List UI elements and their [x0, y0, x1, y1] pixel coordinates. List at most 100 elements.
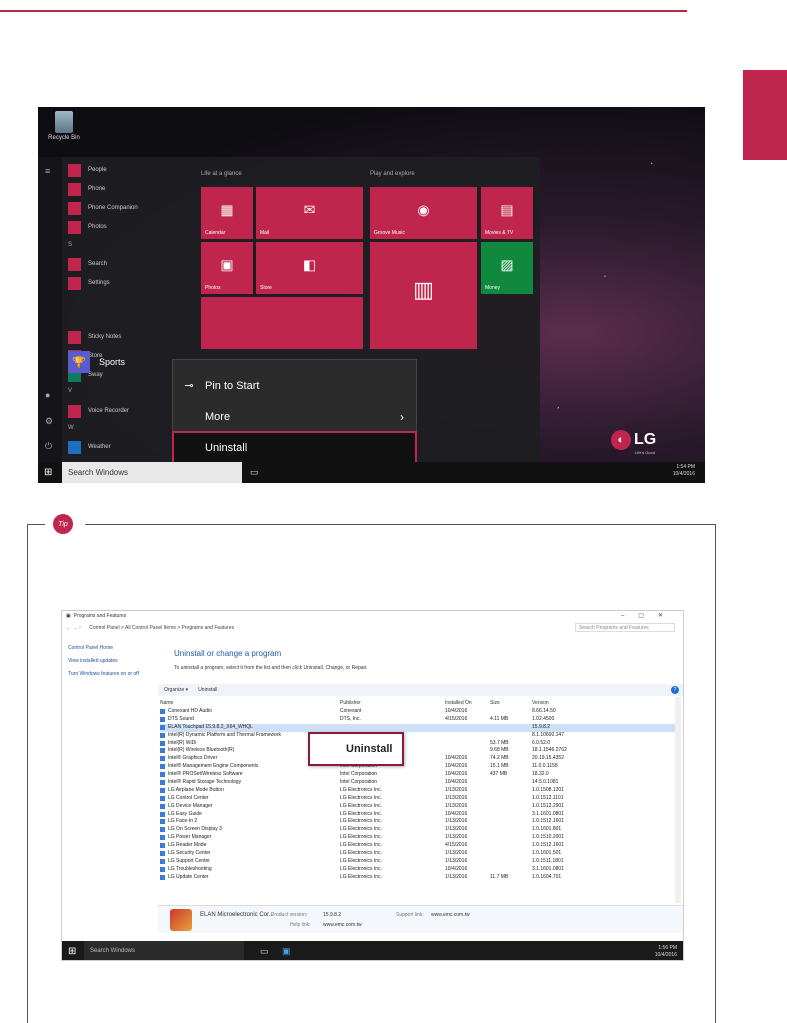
- tray-date: 10/4/2016: [672, 471, 695, 477]
- task-view-icon[interactable]: ▭: [260, 946, 269, 957]
- recycle-bin-icon[interactable]: Recycle Bin: [44, 111, 84, 141]
- user-icon[interactable]: ●: [45, 391, 54, 400]
- table-row[interactable]: LG Reader Mode LG Electronics Inc. 4/15/20…: [160, 842, 680, 850]
- column-publisher[interactable]: Publisher: [340, 700, 361, 706]
- cell-version: 18.32.0: [532, 771, 549, 778]
- tile-mail[interactable]: ✉ Mail: [256, 187, 363, 239]
- app-search[interactable]: Search: [68, 256, 107, 272]
- table-row[interactable]: Intel(R) WiDi 53.7 MB 6.0.52.0: [160, 740, 680, 748]
- tile-calendar[interactable]: ▦ Calendar: [201, 187, 253, 239]
- cell-date: 1/13/2016: [445, 857, 468, 864]
- details-link[interactable]: www.emc.com.tw: [323, 922, 362, 928]
- column-installed-on[interactable]: Installed On: [445, 700, 472, 706]
- column-name[interactable]: Name: [160, 700, 173, 706]
- control-panel-taskbar-icon[interactable]: ▣: [282, 946, 291, 957]
- program-icon: [160, 866, 165, 872]
- app-voice-recorder[interactable]: Voice Recorder: [68, 403, 129, 419]
- details-link[interactable]: www.emc.com.tw: [431, 912, 470, 918]
- table-row[interactable]: LG On Screen Display 3 LG Electronics Inc…: [160, 826, 680, 834]
- app-settings[interactable]: Settings: [68, 275, 110, 291]
- table-row[interactable]: LG Device Manager LG Electronics Inc. 1/13…: [160, 803, 680, 811]
- column-version[interactable]: Version: [532, 700, 549, 706]
- more-item[interactable]: More ›: [173, 401, 416, 432]
- search-input[interactable]: Search Programs and Features: [575, 623, 675, 632]
- section-header-w[interactable]: W: [68, 425, 74, 431]
- windows-features-link[interactable]: Turn Windows features on or off: [68, 671, 148, 677]
- tile-money[interactable]: ▨ Money: [481, 242, 533, 294]
- table-row[interactable]: LG Support Center LG Electronics Inc. 1/13…: [160, 858, 680, 866]
- organize-button[interactable]: Organize ▾: [164, 687, 188, 693]
- view-installed-updates-link[interactable]: View installed updates: [68, 658, 148, 664]
- search-placeholder: Search Programs and Features: [579, 625, 649, 631]
- power-icon[interactable]: ⏻: [45, 442, 54, 451]
- highlight-frame: [172, 431, 417, 464]
- money-icon: ▨: [500, 256, 514, 273]
- uninstall-popup-button[interactable]: Uninstall: [308, 732, 404, 766]
- app-phone[interactable]: Phone: [68, 181, 105, 197]
- window-controls[interactable]: –▢✕: [621, 612, 677, 619]
- cell-name: LG Face-In 2: [168, 818, 198, 825]
- table-row[interactable]: DTS Sound DTS, Inc. 4/15/2016 4.11 MB 1.02.4…: [160, 716, 680, 724]
- table-row[interactable]: Intel® PROSet/Wireless Software Intel Cor…: [160, 771, 680, 779]
- cell-size: 11.7 MB: [490, 873, 509, 880]
- nav-arrows-icon[interactable]: ← → ↑: [66, 625, 81, 631]
- help-icon[interactable]: ?: [671, 686, 679, 694]
- table-row[interactable]: Intel(R) Dynamic Platform and Thermal Fr…: [160, 732, 680, 740]
- tile-label: Calendar: [205, 230, 226, 236]
- app-people[interactable]: People: [68, 162, 107, 178]
- program-icon: [160, 811, 165, 817]
- table-row[interactable]: LG Security Center LG Electronics Inc. 1/1…: [160, 850, 680, 858]
- table-row[interactable]: LG Control Center LG Electronics Inc. 1/13…: [160, 795, 680, 803]
- lg-logo-text: LG: [634, 431, 657, 448]
- app-label: Weather: [88, 444, 111, 450]
- table-row[interactable]: LG Face-In 2 LG Electronics Inc. 1/13/2016…: [160, 818, 680, 826]
- table-row[interactable]: LG Troubleshooting LG Electronics Inc. 10/…: [160, 866, 680, 874]
- table-row[interactable]: LG Update Center LG Electronics Inc. 1/13/…: [160, 874, 680, 882]
- tile-news[interactable]: ▥: [370, 242, 477, 349]
- tile-store[interactable]: ◧ Store: [256, 242, 363, 294]
- table-row[interactable]: Intel(R) Wireless Bluetooth(R) 9.68 MB 18.…: [160, 747, 680, 755]
- control-panel-home-link[interactable]: Control Panel Home: [68, 645, 148, 651]
- system-tray[interactable]: 1:54 PM 10/4/2016: [673, 464, 695, 478]
- cell-version: 1.0.1510.2001: [532, 834, 564, 841]
- app-sticky-notes[interactable]: Sticky Notes: [68, 329, 121, 345]
- table-row[interactable]: ELAN Touchpad 15.9.8.2_X64_WHQL 15.9.8.2: [160, 723, 680, 732]
- app-weather[interactable]: Weather: [68, 439, 111, 455]
- windows-start-icon[interactable]: ⊞: [44, 467, 55, 478]
- pin-to-start-item[interactable]: ⊸ Pin to Start: [173, 370, 416, 401]
- tile-partial[interactable]: [201, 297, 363, 349]
- search-box[interactable]: Search Windows: [84, 941, 244, 960]
- app-sports-selected[interactable]: 🏆 Sports: [68, 349, 125, 375]
- system-tray[interactable]: 1:56 PM 10/4/2016: [655, 945, 677, 959]
- table-row[interactable]: LG Power Manager LG Electronics Inc. 1/13/…: [160, 834, 680, 842]
- chevron-right-icon: ›: [400, 409, 404, 424]
- section-header-s[interactable]: S: [68, 242, 72, 248]
- tile-photos[interactable]: ▣ Photos: [201, 242, 253, 294]
- windows-start-icon[interactable]: ⊞: [68, 946, 76, 957]
- cell-date: 1/13/2016: [445, 794, 468, 801]
- lg-logo: ◐ LG Life's Good: [611, 430, 657, 455]
- tile-groove-music[interactable]: ◉ Groove Music: [370, 187, 477, 239]
- cell-version: 18.1.1546.2762: [532, 747, 567, 754]
- section-header-v[interactable]: V: [68, 388, 72, 394]
- cell-publisher: LG Electronics Inc.: [340, 786, 382, 793]
- tray-date: 10/4/2016: [654, 952, 677, 958]
- settings-icon[interactable]: ⚙: [45, 417, 54, 426]
- cell-date: 10/4/2016: [445, 771, 468, 778]
- settings-app-icon: [68, 276, 81, 290]
- search-box[interactable]: Search Windows: [62, 462, 242, 483]
- uninstall-command-button[interactable]: Uninstall: [198, 687, 217, 693]
- table-row[interactable]: Intel® Rapid Storage Technology Intel Cor…: [160, 779, 680, 787]
- program-icon: [160, 787, 165, 793]
- app-photos[interactable]: Photos: [68, 219, 107, 235]
- table-row[interactable]: LG Airplane Mode Button LG Electronics In…: [160, 787, 680, 795]
- hamburger-icon[interactable]: ≡: [45, 167, 54, 176]
- app-phone-companion[interactable]: Phone Companion: [68, 200, 138, 216]
- scrollbar[interactable]: [675, 697, 681, 903]
- table-row[interactable]: LG Easy Guide LG Electronics Inc. 10/4/201…: [160, 811, 680, 819]
- table-row[interactable]: Conexant HD Audio Conexant 10/4/2016 8.66.1…: [160, 708, 680, 716]
- table-row[interactable]: Intel® Management Engine Components Intel…: [160, 763, 680, 771]
- tile-movies-tv[interactable]: ▤ Movies & TV: [481, 187, 533, 239]
- column-size[interactable]: Size: [490, 700, 500, 706]
- task-view-icon[interactable]: ▭: [250, 467, 259, 478]
